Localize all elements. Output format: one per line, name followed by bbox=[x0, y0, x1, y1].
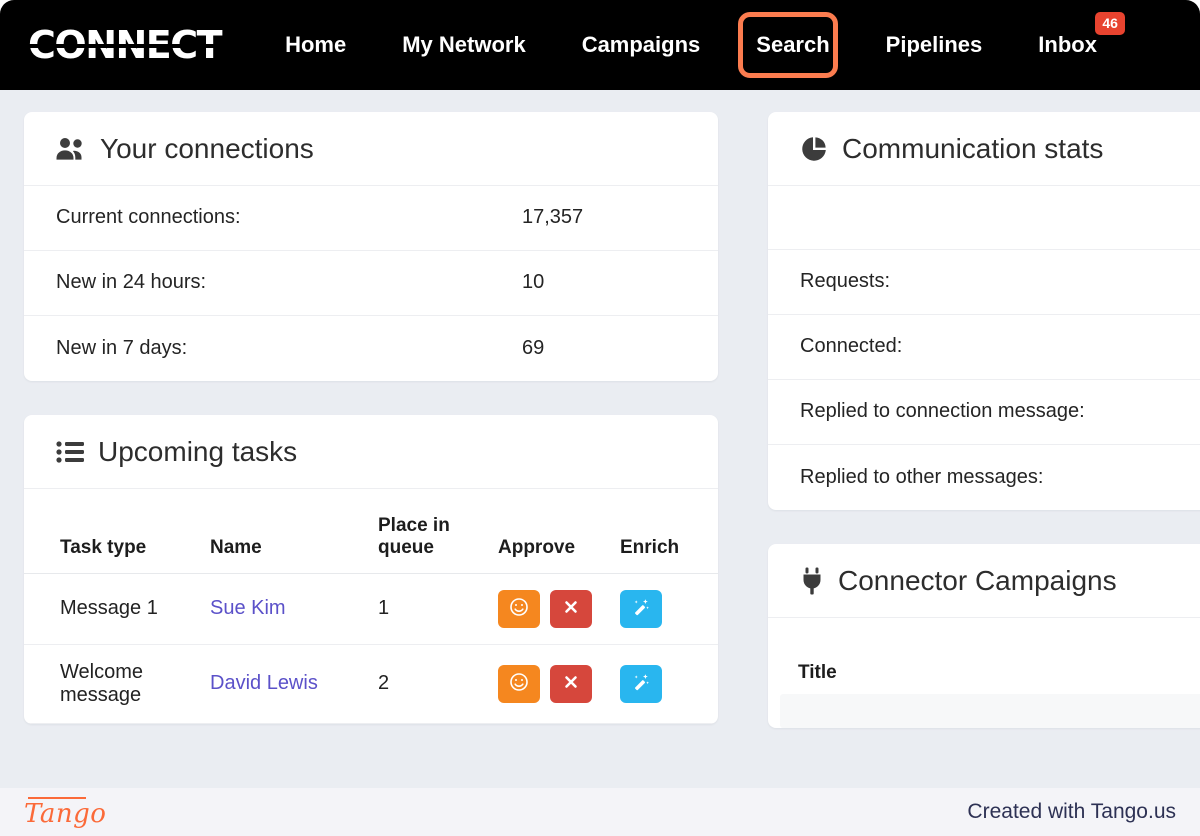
enrich-button[interactable] bbox=[620, 664, 662, 703]
app-root: CONNECT Home My Network Campaigns Search… bbox=[0, 0, 1200, 836]
your-connections-title: Your connections bbox=[100, 133, 314, 164]
nav-item-my-network[interactable]: My Network bbox=[374, 0, 553, 90]
nav-item-inbox-label: Inbox bbox=[1038, 32, 1097, 57]
communication-row-replied-other-label: Replied to other messages: bbox=[800, 465, 1044, 488]
users-icon bbox=[56, 137, 86, 161]
upcoming-tasks-table: Task type Name Place in queue Approve En… bbox=[24, 488, 718, 724]
communication-row-requests-label: Requests: bbox=[800, 270, 891, 293]
column-header-title: Title bbox=[798, 661, 837, 683]
column-header-place-in-queue: Place in queue bbox=[378, 488, 498, 574]
pie-chart-icon bbox=[800, 135, 828, 163]
smiley-icon bbox=[509, 672, 529, 695]
top-navigation-bar: CONNECT Home My Network Campaigns Search… bbox=[0, 0, 1200, 90]
connector-campaigns-card: Connector Campaigns Title bbox=[768, 543, 1200, 728]
upcoming-tasks-tbody: Message 1 Sue Kim 1 Welcome message Davi… bbox=[24, 573, 718, 724]
smiley-icon bbox=[509, 597, 529, 620]
cell-task-type: Message 1 bbox=[24, 573, 210, 645]
approve-button-group bbox=[498, 589, 620, 628]
table-row: Welcome message David Lewis 2 bbox=[24, 644, 718, 724]
communication-stats-title: Communication stats bbox=[842, 133, 1104, 164]
inbox-unread-badge: 46 bbox=[1095, 12, 1125, 35]
footer-bar: Tango Created with Tango.us bbox=[0, 788, 1200, 836]
campaigns-row-placeholder bbox=[780, 693, 1200, 728]
contact-name-link[interactable]: David Lewis bbox=[210, 672, 318, 694]
page-body: Your connections Current connections: 17… bbox=[0, 90, 1200, 788]
upcoming-tasks-thead: Task type Name Place in queue Approve En… bbox=[24, 488, 718, 574]
plug-icon bbox=[800, 567, 824, 595]
left-column: Your connections Current connections: 17… bbox=[24, 112, 718, 758]
table-row: Message 1 Sue Kim 1 bbox=[24, 573, 718, 645]
communication-row-replied-connection-label: Replied to connection message: bbox=[800, 400, 1085, 423]
nav-item-campaigns[interactable]: Campaigns bbox=[554, 0, 729, 90]
connections-row-24h-value: 10 bbox=[522, 271, 545, 294]
connections-row-7d-label: New in 7 days: bbox=[56, 336, 188, 359]
approve-button[interactable] bbox=[498, 664, 540, 703]
communication-row-requests: Requests: bbox=[768, 250, 1200, 315]
connector-campaigns-title: Connector Campaigns bbox=[838, 564, 1117, 596]
nav-item-search[interactable]: Search bbox=[728, 0, 857, 90]
communication-row-connected: Connected: bbox=[768, 315, 1200, 380]
list-icon bbox=[56, 441, 84, 463]
communication-stats-card: Communication stats Requests: Connected:… bbox=[768, 112, 1200, 510]
nav-item-home[interactable]: Home bbox=[257, 0, 374, 90]
nav-item-pipelines[interactable]: Pipelines bbox=[858, 0, 1011, 90]
table-header-row: Task type Name Place in queue Approve En… bbox=[24, 488, 718, 574]
magic-wand-icon bbox=[631, 597, 651, 620]
column-header-task-type: Task type bbox=[24, 488, 210, 574]
cell-task-type: Welcome message bbox=[24, 644, 210, 724]
connections-row-7d: New in 7 days: 69 bbox=[24, 316, 718, 381]
magic-wand-icon bbox=[631, 672, 651, 695]
nav-item-inbox[interactable]: Inbox 46 bbox=[1010, 0, 1131, 90]
your-connections-card: Your connections Current connections: 17… bbox=[24, 112, 718, 381]
communication-row-blank bbox=[768, 186, 1200, 250]
nav-items: Home My Network Campaigns Search Pipelin… bbox=[257, 0, 1131, 90]
contact-name-link[interactable]: Sue Kim bbox=[210, 597, 286, 619]
upcoming-tasks-title: Upcoming tasks bbox=[98, 435, 298, 467]
tango-logo: Tango bbox=[24, 795, 106, 829]
close-icon bbox=[563, 599, 579, 618]
connect-logo-strike bbox=[6, 44, 238, 48]
connector-campaigns-header: Connector Campaigns bbox=[768, 544, 1200, 618]
connections-row-7d-value: 69 bbox=[522, 336, 545, 359]
cell-place-in-queue: 2 bbox=[378, 644, 498, 724]
connections-row-24h-label: New in 24 hours: bbox=[56, 271, 207, 294]
your-connections-header: Your connections bbox=[24, 112, 718, 186]
close-icon bbox=[563, 674, 579, 693]
approve-button[interactable] bbox=[498, 589, 540, 628]
communication-row-replied-other: Replied to other messages: bbox=[768, 445, 1200, 510]
reject-button[interactable] bbox=[550, 664, 592, 703]
upcoming-tasks-header: Upcoming tasks bbox=[24, 415, 718, 489]
cell-place-in-queue: 1 bbox=[378, 573, 498, 645]
communication-stats-header: Communication stats bbox=[768, 112, 1200, 186]
enrich-button[interactable] bbox=[620, 589, 662, 628]
column-header-enrich: Enrich bbox=[620, 488, 718, 574]
column-header-approve: Approve bbox=[498, 488, 620, 574]
connections-row-current: Current connections: 17,357 bbox=[24, 186, 718, 251]
connections-row-24h: New in 24 hours: 10 bbox=[24, 251, 718, 316]
connections-row-current-label: Current connections: bbox=[56, 206, 241, 229]
reject-button[interactable] bbox=[550, 589, 592, 628]
upcoming-tasks-card: Upcoming tasks Task type Name Place in q… bbox=[24, 414, 718, 724]
communication-row-replied-connection: Replied to connection message: bbox=[768, 380, 1200, 445]
communication-row-connected-label: Connected: bbox=[800, 335, 903, 358]
right-column: Communication stats Requests: Connected:… bbox=[768, 112, 1200, 762]
connect-logo[interactable]: CONNECT bbox=[6, 21, 238, 69]
approve-button-group bbox=[498, 664, 620, 703]
footer-note: Created with Tango.us bbox=[967, 800, 1176, 823]
connections-row-current-value: 17,357 bbox=[522, 206, 584, 229]
column-header-name: Name bbox=[210, 488, 378, 574]
